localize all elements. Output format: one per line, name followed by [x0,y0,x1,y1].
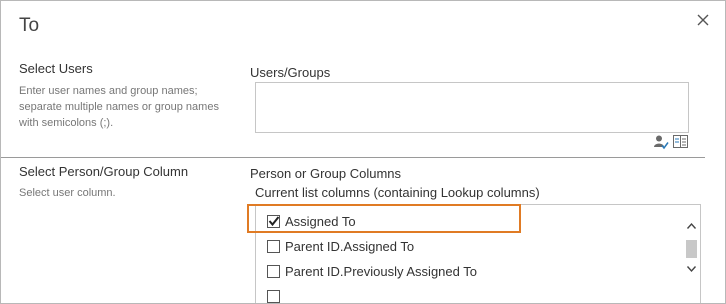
address-book-icon[interactable] [672,134,689,155]
person-group-column-description: Select user column. [19,187,116,199]
columns-listbox[interactable]: Assigned To Parent ID.Assigned To Parent… [255,204,701,303]
users-groups-input[interactable] [255,82,689,133]
list-item[interactable]: Parent ID.Assigned To [267,237,414,255]
list-item-label: Parent ID.Previously Assigned To [285,263,477,279]
description-line: with semicolons (;). [19,117,114,129]
dialog: To Select Users Enter user names and gro… [0,0,726,304]
list-item[interactable]: Assigned To [267,212,356,230]
check-names-icon[interactable] [653,134,669,155]
person-group-columns-label: Person or Group Columns [250,166,402,181]
checkbox[interactable] [267,264,280,278]
scroll-down-icon[interactable] [686,261,697,273]
scrollbar-thumb[interactable] [686,240,697,258]
list-item-label: Parent ID.Assigned To [285,238,415,254]
person-group-column-title: Select Person/Group Column [19,164,189,179]
list-item[interactable]: Parent ID.Previously Assigned To [267,262,477,280]
checkbox[interactable] [267,239,280,253]
select-users-title: Select Users [19,61,93,76]
users-groups-label: Users/Groups [250,65,331,80]
checkbox-checked[interactable] [267,214,280,228]
description-line: separate multiple names or group names [19,101,219,113]
checkbox[interactable] [267,289,280,303]
list-item-label: Assigned To [285,213,356,229]
close-icon[interactable] [697,13,709,26]
scrollbar[interactable] [683,205,700,303]
dialog-title: To [19,15,40,36]
list-columns-caption: Current list columns (containing Lookup … [255,185,540,200]
people-picker-icons [653,134,689,152]
section-divider [1,157,705,158]
select-users-description: Enter user names and group names; separa… [19,83,219,131]
description-line: Enter user names and group names; [19,85,198,97]
list-item[interactable] [267,287,285,303]
scroll-up-icon[interactable] [686,219,697,230]
